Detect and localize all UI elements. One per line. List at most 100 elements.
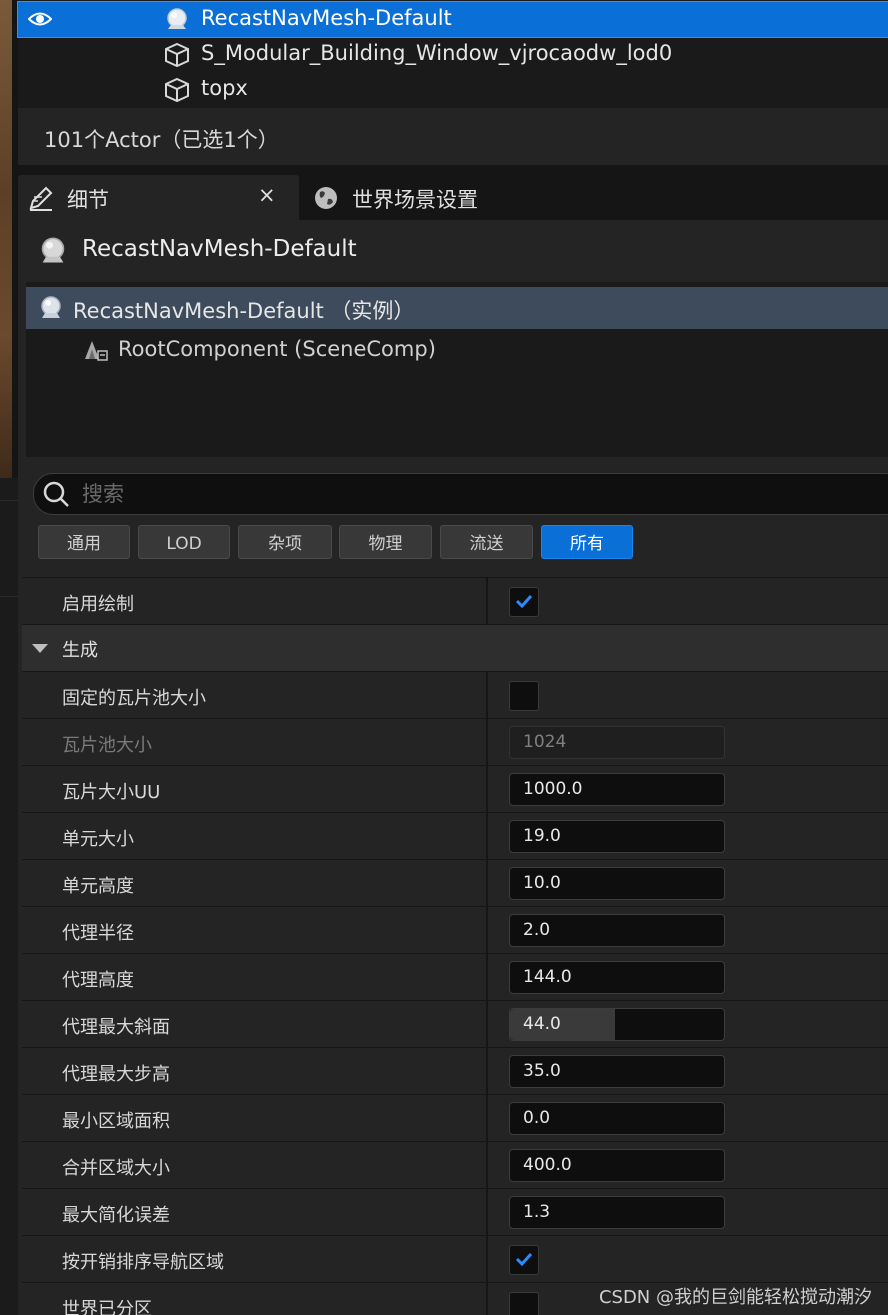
property-name: 世界已分区: [62, 1299, 152, 1315]
column-divider[interactable]: [486, 1189, 488, 1235]
component-row-instance[interactable]: RecastNavMesh-Default （实例）: [26, 287, 888, 329]
outliner-row[interactable]: topx: [18, 72, 888, 107]
property-checkbox[interactable]: [509, 1292, 539, 1315]
category-header[interactable]: 生成: [22, 624, 888, 671]
filter-all-button[interactable]: 所有: [541, 525, 633, 559]
component-label: RecastNavMesh-Default （实例）: [73, 299, 415, 323]
filter-general-button[interactable]: 通用: [38, 525, 130, 559]
outliner-list: RecastNavMesh-Default S_Modular_Building…: [17, 0, 888, 108]
column-divider[interactable]: [486, 813, 488, 859]
property-name: 单元高度: [62, 876, 134, 897]
property-checkbox[interactable]: [509, 1245, 539, 1275]
property-name: 按开销排序导航区域: [62, 1252, 224, 1273]
outliner-status-bar: 101个Actor（已选1个）: [18, 108, 888, 165]
outliner-row[interactable]: S_Modular_Building_Window_vjrocaodw_lod0: [18, 37, 888, 72]
filter-physics-button[interactable]: 物理: [339, 525, 432, 559]
column-divider[interactable]: [486, 1142, 488, 1188]
property-name: 瓦片大小UU: [62, 782, 161, 803]
property-row: 代理最大步高 35.0: [22, 1047, 888, 1094]
property-value: 1000.0: [523, 779, 583, 799]
static-mesh-icon: [165, 42, 189, 68]
property-number-field[interactable]: 2.0: [509, 914, 725, 947]
property-number-field[interactable]: 0.0: [509, 1102, 725, 1135]
search-icon: [43, 481, 69, 507]
property-row: 最小区域面积 0.0: [22, 1094, 888, 1141]
property-name: 代理半径: [62, 923, 134, 944]
property-row: 合并区域大小 400.0: [22, 1141, 888, 1188]
component-tree: RecastNavMesh-Default （实例） RootComponent…: [26, 282, 888, 457]
close-icon[interactable]: ×: [258, 183, 276, 207]
property-value: 400.0: [523, 1155, 572, 1175]
viewport-edge: [0, 0, 12, 478]
search-input[interactable]: [80, 478, 864, 510]
component-label: RootComponent (SceneComp): [118, 337, 436, 361]
world-globe-icon: [315, 187, 337, 209]
eye-visibility-icon[interactable]: [28, 10, 52, 28]
outliner-row-label: topx: [201, 76, 248, 100]
property-checkbox[interactable]: [509, 587, 539, 617]
property-row: 启用绘制: [22, 577, 888, 624]
tab-label: 世界场景设置: [352, 188, 478, 212]
filter-streaming-button[interactable]: 流送: [440, 525, 533, 559]
search-box[interactable]: [33, 473, 888, 515]
column-divider[interactable]: [486, 719, 488, 765]
category-label: 生成: [62, 640, 98, 661]
column-divider[interactable]: [486, 1283, 488, 1315]
property-value: 2.0: [523, 920, 551, 940]
column-divider[interactable]: [486, 578, 488, 624]
property-value: 1024: [523, 732, 567, 752]
property-number-field[interactable]: 19.0: [509, 820, 725, 853]
property-row: 按开销排序导航区域: [22, 1235, 888, 1282]
property-name: 瓦片池大小: [62, 735, 152, 756]
column-divider[interactable]: [486, 860, 488, 906]
property-name: 代理最大步高: [62, 1064, 170, 1085]
column-divider[interactable]: [486, 954, 488, 1000]
property-value: 19.0: [523, 826, 561, 846]
property-name: 单元大小: [62, 829, 134, 850]
property-number-field[interactable]: 10.0: [509, 867, 725, 900]
tab-details[interactable]: 细节 ×: [18, 175, 299, 220]
column-divider[interactable]: [486, 1048, 488, 1094]
tab-bar: 细节 × 世界场景设置: [18, 170, 888, 220]
property-row: 固定的瓦片池大小: [22, 671, 888, 718]
column-divider[interactable]: [486, 1095, 488, 1141]
property-number-field[interactable]: 400.0: [509, 1149, 725, 1182]
property-row: 代理半径 2.0: [22, 906, 888, 953]
property-number-field[interactable]: 1.3: [509, 1196, 725, 1229]
navmesh-icon: [41, 237, 65, 263]
filter-misc-button[interactable]: 杂项: [238, 525, 332, 559]
property-checkbox[interactable]: [509, 681, 539, 711]
column-divider[interactable]: [486, 672, 488, 718]
checkmark-icon: [515, 1252, 533, 1267]
details-pencil-icon: [29, 186, 53, 211]
filter-lod-button[interactable]: LOD: [138, 525, 230, 559]
property-number-field[interactable]: 144.0: [509, 961, 725, 994]
property-row: 单元高度 10.0: [22, 859, 888, 906]
component-row-root[interactable]: RootComponent (SceneComp): [26, 329, 888, 371]
outliner-row[interactable]: RecastNavMesh-Default: [17, 1, 888, 38]
property-row: 代理最大斜面 44.0: [22, 1000, 888, 1047]
column-divider[interactable]: [486, 907, 488, 953]
outliner-row-label: S_Modular_Building_Window_vjrocaodw_lod0: [201, 41, 673, 65]
column-divider[interactable]: [486, 1001, 488, 1047]
actor-count-text: 101个Actor（已选1个）: [44, 128, 279, 152]
scene-component-icon: [85, 341, 108, 361]
property-number-field[interactable]: 1000.0: [509, 773, 725, 806]
property-slider[interactable]: 44.0: [509, 1008, 725, 1041]
property-value: 1.3: [523, 1202, 551, 1222]
column-divider[interactable]: [486, 1236, 488, 1282]
details-title: RecastNavMesh-Default: [82, 236, 357, 262]
property-name: 启用绘制: [62, 594, 134, 615]
column-divider[interactable]: [486, 766, 488, 812]
property-name: 最小区域面积: [62, 1111, 170, 1132]
tab-world-settings[interactable]: 世界场景设置: [303, 175, 563, 220]
collapse-arrow-icon[interactable]: [32, 644, 48, 653]
property-value: 144.0: [523, 967, 572, 987]
property-name: 代理高度: [62, 970, 134, 991]
property-name: 合并区域大小: [62, 1158, 170, 1179]
details-header: RecastNavMesh-Default: [18, 220, 888, 282]
property-row: 单元大小 19.0: [22, 812, 888, 859]
property-value: 35.0: [523, 1061, 561, 1081]
property-number-field[interactable]: 35.0: [509, 1055, 725, 1088]
property-name: 最大简化误差: [62, 1205, 170, 1226]
